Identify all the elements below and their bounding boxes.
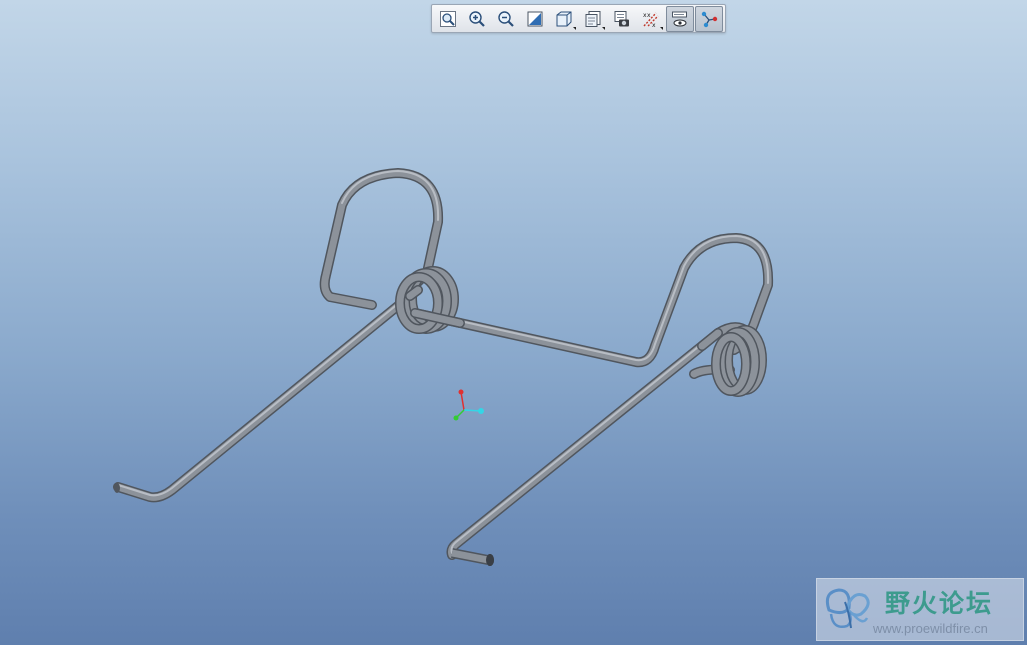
zoom-out-button[interactable] [492,6,520,32]
annotation-display-icon [701,11,718,27]
datum-display-button[interactable]: x x x [637,6,665,32]
spin-center-button[interactable] [666,5,694,32]
annotation-display-button[interactable] [695,5,723,32]
saved-views-button[interactable] [579,6,607,32]
zoom-in-icon [469,10,485,27]
zoom-fit-button[interactable] [434,6,462,32]
graphics-window[interactable]: x x x 野火论坛 www.proewildfire.cn [0,0,1027,645]
watermark-url: www.proewildfire.cn [873,621,988,636]
repaint-button[interactable] [521,6,549,32]
wire-spring-model[interactable] [0,0,1027,645]
forum-watermark: 野火论坛 www.proewildfire.cn [816,578,1024,641]
svg-text:x: x [652,22,656,28]
view-manager-icon [614,10,629,26]
datum-display-icon: x x x [643,12,659,28]
display-style-button[interactable] [550,6,578,32]
triad-y-axis [460,391,465,411]
view-toolbar: x x x [431,4,726,33]
zoom-out-icon [498,10,514,27]
coordinate-triad [453,389,484,421]
view-manager-button[interactable] [608,6,636,32]
display-style-icon [556,11,572,26]
zoom-fit-icon [440,10,456,27]
spin-center-icon [672,11,687,26]
zoom-in-button[interactable] [463,6,491,32]
saved-views-icon [585,10,601,27]
watermark-title: 野火论坛 [885,589,994,618]
butterfly-logo-icon [825,588,870,629]
repaint-icon [527,11,543,26]
svg-text:x: x [647,12,651,19]
